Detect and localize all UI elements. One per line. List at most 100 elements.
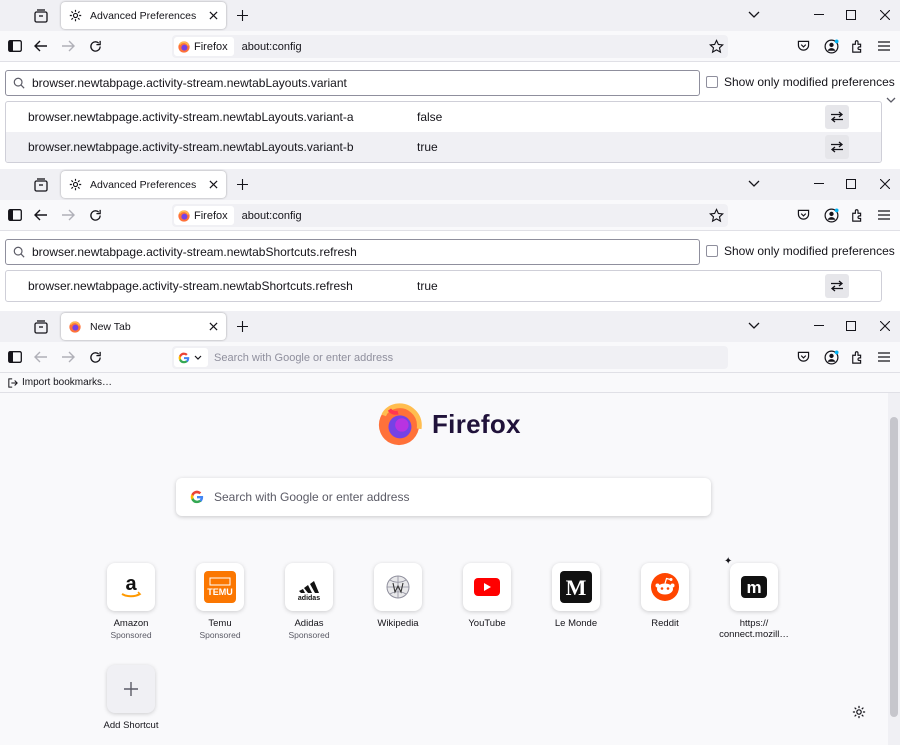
shortcut-tile[interactable]: a	[107, 563, 155, 611]
url-bar[interactable]: Search with Google or enter address	[172, 346, 728, 369]
bookmark-star-icon[interactable]	[709, 208, 724, 223]
toggle-button[interactable]	[825, 274, 849, 298]
shortcut-connect-mozilla[interactable]: ✦ m https:// connect.mozill…	[714, 556, 794, 640]
url-bar[interactable]: Firefox about:config	[172, 35, 728, 58]
page-scrollbar[interactable]	[888, 393, 900, 745]
toggle-button[interactable]	[825, 135, 849, 159]
account-icon[interactable]	[823, 207, 839, 223]
back-icon[interactable]	[33, 349, 49, 365]
url-input[interactable]: Search with Google or enter address	[214, 352, 393, 364]
identity-box[interactable]: Firefox	[174, 206, 234, 225]
forward-icon[interactable]	[60, 38, 76, 54]
adidas-icon: adidas	[293, 571, 325, 603]
shortcut-tile[interactable]: M	[552, 563, 600, 611]
maximize-icon[interactable]	[844, 8, 858, 22]
shortcut-temu[interactable]: TEMU Temu Sponsored	[180, 563, 260, 640]
shortcut-adidas[interactable]: adidas Adidas Sponsored	[269, 563, 349, 640]
amazon-glyph: a	[125, 573, 137, 595]
maximize-icon[interactable]	[844, 177, 858, 191]
shortcut-le-monde[interactable]: M Le Monde	[536, 563, 616, 629]
reload-icon[interactable]	[87, 207, 103, 223]
new-tab-icon[interactable]	[234, 7, 250, 23]
preference-search-input[interactable]: browser.newtabpage.activity-stream.newta…	[5, 239, 700, 265]
shortcut-reddit[interactable]: Reddit	[625, 563, 705, 629]
close-window-icon[interactable]	[878, 177, 892, 191]
shortcut-youtube[interactable]: YouTube	[447, 563, 527, 629]
toggle-button[interactable]	[825, 105, 849, 129]
table-row[interactable]: browser.newtabpage.activity-stream.newta…	[6, 102, 881, 132]
newtab-search-input[interactable]: Search with Google or enter address	[176, 478, 711, 516]
gear-icon[interactable]	[852, 705, 866, 719]
identity-box[interactable]: Firefox	[174, 37, 234, 56]
chevron-down-icon[interactable]	[746, 178, 762, 190]
extensions-icon[interactable]	[850, 207, 866, 223]
url-bar[interactable]: Firefox about:config	[172, 204, 728, 227]
plus-icon	[124, 682, 138, 696]
sidebar-icon[interactable]	[7, 207, 23, 223]
close-tab-icon[interactable]	[206, 8, 220, 22]
minimize-icon[interactable]	[812, 8, 826, 22]
tab-advanced-preferences[interactable]: Advanced Preferences	[61, 2, 226, 29]
close-tab-icon[interactable]	[206, 319, 220, 333]
new-tab-icon[interactable]	[234, 318, 250, 334]
chevron-down-icon[interactable]	[746, 9, 762, 21]
chevron-down-icon[interactable]	[746, 320, 762, 332]
new-tab-icon[interactable]	[234, 176, 250, 192]
shortcut-tile[interactable]: adidas	[285, 563, 333, 611]
mastodon-glyph: m	[746, 578, 761, 597]
menu-icon[interactable]	[876, 349, 892, 365]
account-icon[interactable]	[823, 349, 839, 365]
minimize-icon[interactable]	[812, 319, 826, 333]
forward-icon[interactable]	[60, 207, 76, 223]
pocket-icon[interactable]	[795, 207, 811, 223]
maximize-icon[interactable]	[844, 319, 858, 333]
back-icon[interactable]	[33, 207, 49, 223]
pocket-icon[interactable]	[795, 349, 811, 365]
reload-icon[interactable]	[87, 38, 103, 54]
bookmark-star-icon[interactable]	[709, 39, 724, 54]
extensions-icon[interactable]	[850, 349, 866, 365]
sidebar-icon[interactable]	[7, 38, 23, 54]
back-icon[interactable]	[33, 38, 49, 54]
add-shortcut-tile[interactable]	[107, 665, 155, 713]
close-tab-icon[interactable]	[206, 177, 220, 191]
extensions-icon[interactable]	[850, 38, 866, 54]
shortcut-amazon[interactable]: a Amazon Sponsored	[91, 563, 171, 640]
checkbox-box[interactable]	[706, 245, 718, 257]
table-row[interactable]: browser.newtabpage.activity-stream.newta…	[6, 271, 881, 301]
shortcut-tile[interactable]	[374, 563, 422, 611]
shortcut-wikipedia[interactable]: Wikipedia	[358, 563, 438, 629]
add-shortcut-button[interactable]: Add Shortcut	[91, 665, 171, 731]
shortcut-tile[interactable]: ✦ m	[724, 556, 778, 611]
firefox-view-icon[interactable]	[32, 319, 50, 335]
search-engine-button[interactable]	[174, 348, 208, 367]
navigation-toolbar: Firefox about:config	[0, 200, 900, 231]
reload-icon[interactable]	[87, 349, 103, 365]
tab-advanced-preferences[interactable]: Advanced Preferences	[61, 171, 226, 198]
pocket-icon[interactable]	[795, 38, 811, 54]
menu-icon[interactable]	[876, 207, 892, 223]
show-modified-checkbox[interactable]: Show only modified preferences	[706, 244, 895, 258]
preference-table: browser.newtabpage.activity-stream.newta…	[5, 270, 882, 302]
minimize-icon[interactable]	[812, 177, 826, 191]
shortcut-tile[interactable]: TEMU	[196, 563, 244, 611]
scrollbar-icon[interactable]	[882, 94, 900, 168]
scrollbar-thumb[interactable]	[890, 417, 898, 717]
import-bookmarks-button[interactable]: Import bookmarks…	[22, 377, 112, 388]
forward-icon[interactable]	[60, 349, 76, 365]
close-window-icon[interactable]	[878, 8, 892, 22]
shortcut-tile[interactable]	[463, 563, 511, 611]
show-modified-checkbox[interactable]: Show only modified preferences	[706, 75, 895, 89]
shortcut-tile[interactable]	[641, 563, 689, 611]
tab-new-tab[interactable]: New Tab	[61, 313, 226, 340]
firefox-view-icon[interactable]	[32, 8, 50, 24]
sidebar-icon[interactable]	[7, 349, 23, 365]
table-row[interactable]: browser.newtabpage.activity-stream.newta…	[6, 132, 881, 162]
toggle-arrows-icon	[830, 280, 844, 292]
firefox-view-icon[interactable]	[32, 177, 50, 193]
account-icon[interactable]	[823, 38, 839, 54]
menu-icon[interactable]	[876, 38, 892, 54]
preference-search-input[interactable]: browser.newtabpage.activity-stream.newta…	[5, 70, 700, 96]
checkbox-box[interactable]	[706, 76, 718, 88]
close-window-icon[interactable]	[878, 319, 892, 333]
